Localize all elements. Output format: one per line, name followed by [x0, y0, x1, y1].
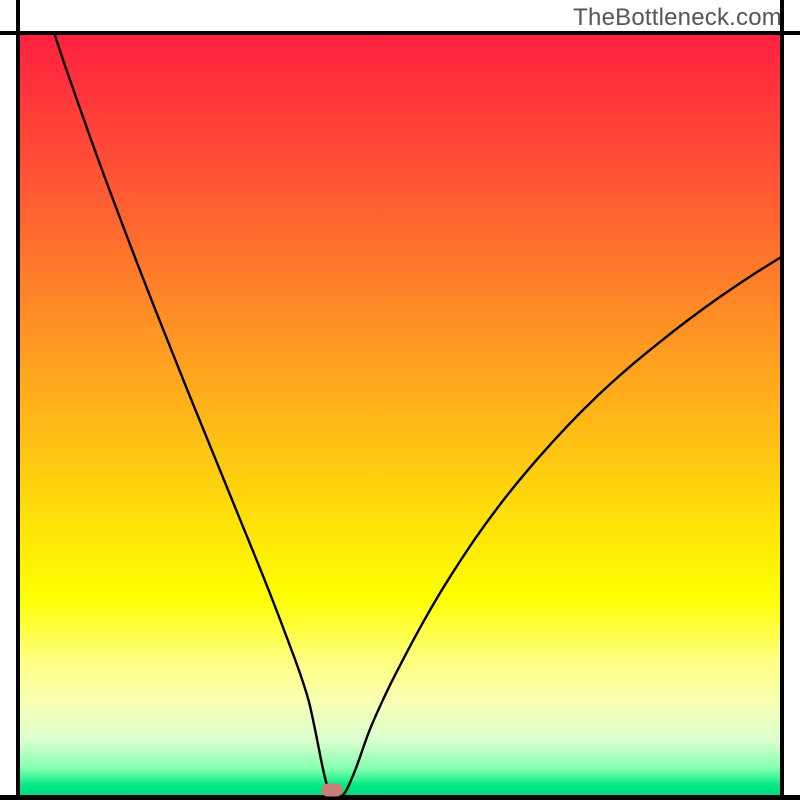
- chart-frame-right: [780, 0, 784, 800]
- chart-frame-left: [16, 0, 20, 800]
- chart-curve: [20, 33, 780, 795]
- chart-plot-area: [20, 33, 780, 795]
- watermark-text: TheBottleneck.com: [573, 4, 782, 32]
- minimum-marker: [321, 783, 342, 796]
- chart-frame-bottom: [0, 795, 800, 800]
